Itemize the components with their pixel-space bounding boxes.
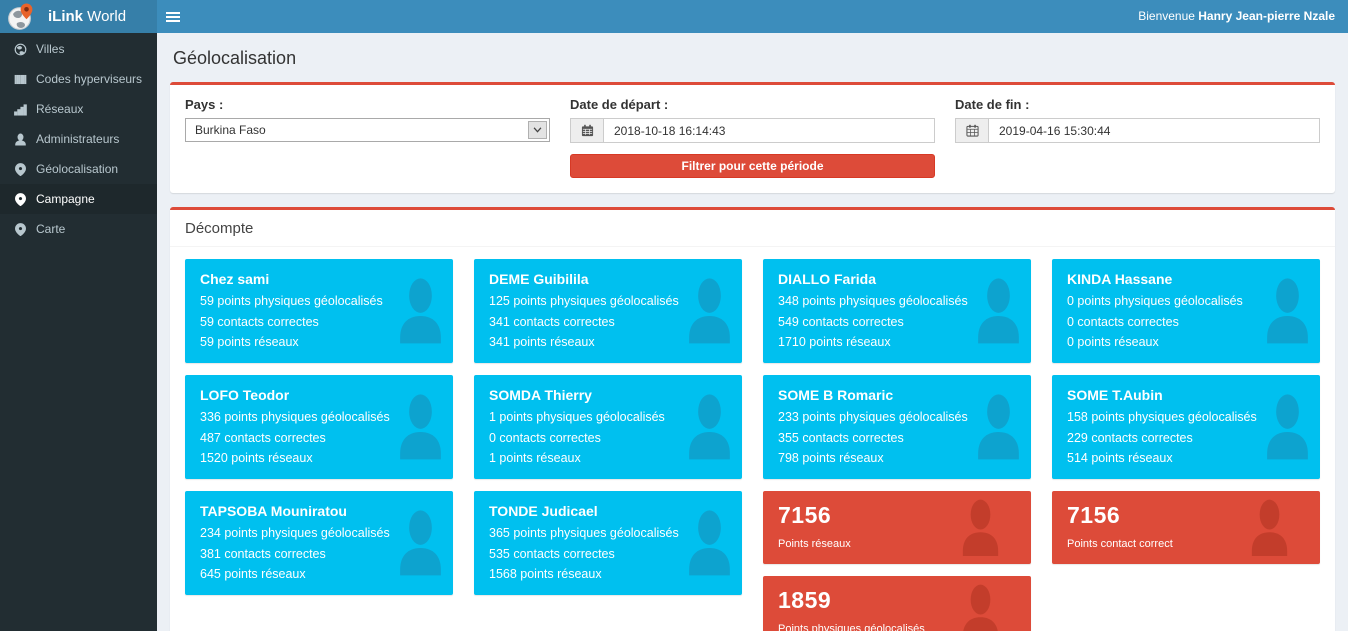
map-marker-icon (13, 162, 27, 176)
card-column: DIALLO Farida 348 points physiques géolo… (763, 259, 1031, 631)
agent-card: SOME B Romaric 233 points physiques géol… (763, 375, 1031, 479)
country-select[interactable]: Burkina Faso (185, 118, 550, 142)
date-start-input[interactable] (603, 118, 935, 143)
globe-icon (13, 42, 27, 56)
person-icon (397, 388, 444, 465)
summary-card: 7156 Points contact correct (1052, 491, 1320, 564)
app-logo[interactable]: iLink World (0, 0, 157, 33)
person-icon (959, 584, 1002, 631)
sidebar-item-carte[interactable]: Carte (0, 214, 157, 244)
agent-card: DEME Guibilila 125 points physiques géol… (474, 259, 742, 363)
chevron-down-icon[interactable] (528, 121, 547, 139)
country-label: Pays : (185, 97, 550, 112)
person-icon (686, 504, 733, 581)
agent-card: TONDE Judicael 365 points physiques géol… (474, 491, 742, 595)
sidebar-toggle-button[interactable] (157, 0, 189, 33)
person-icon (397, 272, 444, 349)
agent-card: TAPSOBA Mouniratou 234 points physiques … (185, 491, 453, 595)
filter-panel: Pays : Burkina Faso Date de départ : (170, 82, 1335, 193)
sidebar-item-geolocalisation[interactable]: Géolocalisation (0, 154, 157, 184)
page-title: Géolocalisation (173, 48, 1335, 69)
main-content: Géolocalisation Pays : Burkina Faso Date… (157, 33, 1348, 631)
sidebar-item-villes[interactable]: Villes (0, 34, 157, 64)
decompte-title: Décompte (170, 210, 1335, 247)
barcode-icon (13, 72, 27, 86)
card-column: Chez sami 59 points physiques géolocalis… (185, 259, 453, 607)
agent-card: SOME T.Aubin 158 points physiques géoloc… (1052, 375, 1320, 479)
sidebar-menu: Villes Codes hyperviseurs Réseaux Admini… (0, 33, 157, 244)
summary-card: 1859 Points physiques géolocalisés (763, 576, 1031, 631)
agent-card: KINDA Hassane 0 points physiques géoloca… (1052, 259, 1320, 363)
person-icon (975, 388, 1022, 465)
person-icon (397, 504, 444, 581)
sidebar-item-codes-hyperviseurs[interactable]: Codes hyperviseurs (0, 64, 157, 94)
map-marker-icon (13, 192, 27, 206)
person-icon (13, 132, 27, 146)
map-marker-icon (13, 222, 27, 236)
date-start-label: Date de départ : (570, 97, 935, 112)
card-column: DEME Guibilila 125 points physiques géol… (474, 259, 742, 607)
person-icon (975, 272, 1022, 349)
brand-name: iLink World (48, 8, 126, 25)
sidebar-item-administrateurs[interactable]: Administrateurs (0, 124, 157, 154)
person-icon (686, 388, 733, 465)
calendar-icon (955, 118, 988, 143)
date-end-input[interactable] (988, 118, 1320, 143)
decompte-panel: Décompte Chez sami 59 points physiques g… (170, 207, 1335, 631)
decompte-body: Chez sami 59 points physiques géolocalis… (170, 247, 1335, 631)
agent-card: LOFO Teodor 336 points physiques géoloca… (185, 375, 453, 479)
globe-pin-logo-icon (7, 2, 34, 31)
agent-card: Chez sami 59 points physiques géolocalis… (185, 259, 453, 363)
summary-card: 7156 Points réseaux (763, 491, 1031, 564)
person-icon (1264, 272, 1311, 349)
agent-card: SOMDA Thierry 1 points physiques géoloca… (474, 375, 742, 479)
person-icon (1264, 388, 1311, 465)
person-icon (686, 272, 733, 349)
country-select-value: Burkina Faso (195, 123, 266, 137)
sidebar-item-reseaux[interactable]: Réseaux (0, 94, 157, 124)
date-end-label: Date de fin : (955, 97, 1320, 112)
calendar-icon (570, 118, 603, 143)
person-icon (959, 499, 1002, 556)
date-end-group (955, 118, 1320, 143)
filter-period-button[interactable]: Filtrer pour cette période (570, 154, 935, 178)
top-navbar: Bienvenue Hanry Jean-pierre Nzale (157, 0, 1348, 33)
person-icon (1248, 499, 1291, 556)
sidebar-item-campagne[interactable]: Campagne (0, 184, 157, 214)
user-name: Hanry Jean-pierre Nzale (1198, 9, 1335, 23)
agent-card: DIALLO Farida 348 points physiques géolo… (763, 259, 1031, 363)
card-column: KINDA Hassane 0 points physiques géoloca… (1052, 259, 1320, 576)
signal-bars-icon (13, 102, 27, 116)
hamburger-icon (166, 12, 180, 14)
welcome-message: Bienvenue Hanry Jean-pierre Nzale (1138, 0, 1335, 33)
date-start-group (570, 118, 935, 143)
sidebar: iLink World Villes Codes hyperviseurs Ré… (0, 0, 157, 631)
